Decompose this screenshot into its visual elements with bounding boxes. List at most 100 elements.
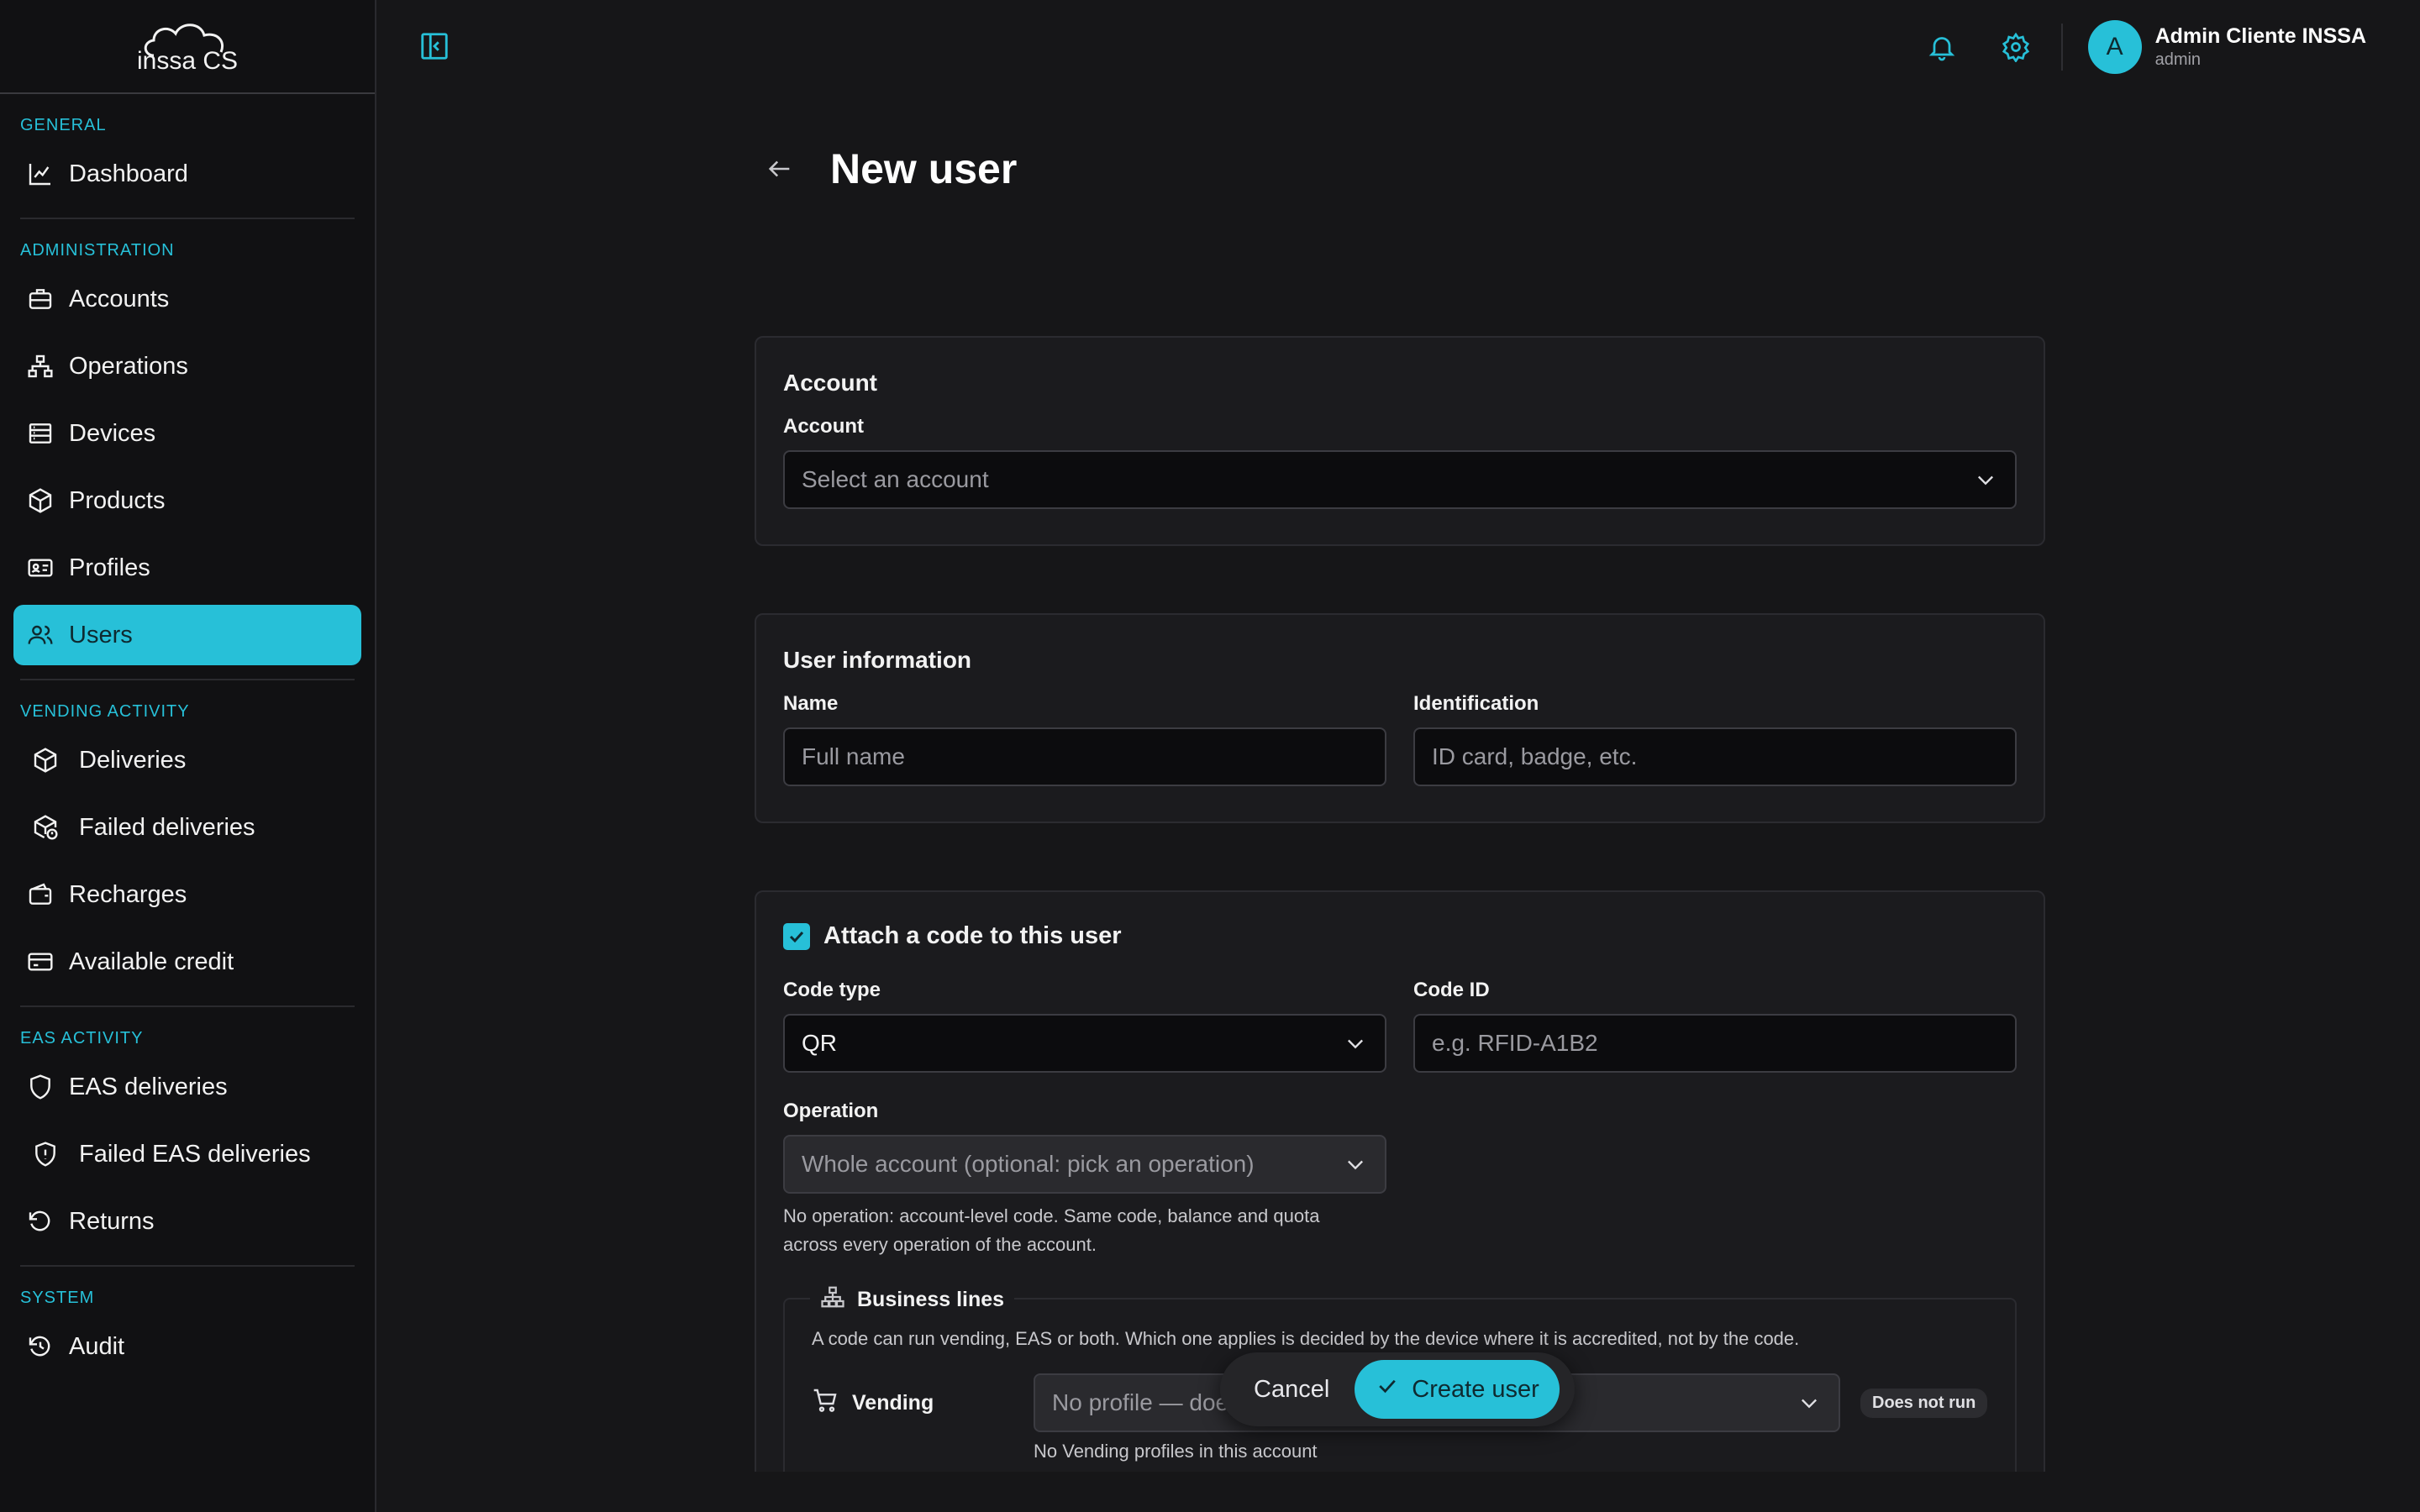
business-lines-title: Business lines — [857, 1288, 1005, 1311]
main-content: New user Account Account Select an accou… — [376, 94, 2420, 1472]
operation-help-text: No operation: account-level code. Same c… — [783, 1205, 1320, 1255]
name-input[interactable]: Full name — [783, 727, 1386, 786]
network-icon — [25, 351, 55, 381]
chevron-down-icon — [1343, 1152, 1368, 1177]
account-select[interactable]: Select an account — [783, 450, 2017, 509]
create-user-button[interactable]: Create user — [1355, 1360, 1560, 1419]
identification-input[interactable]: ID card, badge, etc. — [1413, 727, 2017, 786]
svg-text:inssa CS: inssa CS — [137, 47, 238, 75]
notifications-bell-icon[interactable] — [1925, 30, 1959, 64]
field-label: Operation — [783, 1100, 879, 1122]
sidebar-item-label: Users — [69, 621, 133, 648]
sidebar-item-devices[interactable]: Devices — [13, 403, 361, 464]
user-information-card: User information Name Full name Identifi… — [755, 613, 2045, 823]
wallet-icon — [25, 879, 55, 910]
sidebar-item-label: Deliveries — [79, 746, 187, 774]
attach-code-label: Attach a code to this user — [823, 922, 1122, 949]
section-label-administration: ADMINISTRATION — [20, 241, 175, 260]
sidebar-item-users[interactable]: Users — [13, 605, 361, 665]
status-badge: Does not run — [1860, 1388, 1988, 1418]
sidebar-item-products[interactable]: Products — [13, 470, 361, 531]
field-label: Identification — [1413, 692, 1539, 715]
code-type-select[interactable]: QR — [783, 1014, 1386, 1073]
briefcase-icon — [25, 284, 55, 314]
section-label-general: GENERAL — [20, 116, 107, 134]
sidebar-item-profiles[interactable]: Profiles — [13, 538, 361, 598]
card-title: User information — [783, 647, 972, 673]
shield-icon — [25, 1072, 55, 1102]
field-label: Account — [783, 415, 864, 438]
sidebar-item-label: Available credit — [69, 948, 234, 975]
operation-select[interactable]: Whole account (optional: pick an operati… — [783, 1135, 1386, 1194]
id-card-icon — [25, 553, 55, 583]
operation-select-placeholder: Whole account (optional: pick an operati… — [802, 1151, 1255, 1177]
settings-gear-icon[interactable] — [1999, 30, 2033, 64]
sidebar-toggle-icon[interactable] — [418, 30, 450, 62]
section-label-system: SYSTEM — [20, 1289, 95, 1307]
sidebar: inssa CS GENERAL Dashboard ADMINISTRATIO… — [0, 0, 376, 1512]
chart-line-icon — [25, 159, 55, 189]
sidebar-item-eas-deliveries[interactable]: EAS deliveries — [13, 1057, 361, 1117]
field-label: Name — [783, 692, 839, 715]
package-icon — [30, 745, 60, 775]
account-card: Account Account Select an account — [755, 336, 2045, 546]
user-role: admin — [2154, 50, 2202, 69]
user-name: Admin Cliente INSSA — [2154, 24, 2366, 48]
user-menu[interactable]: A Admin Cliente INSSA admin — [2087, 20, 2366, 74]
attach-code-checkbox[interactable] — [783, 922, 810, 950]
form-action-bar: Cancel Create user — [1220, 1352, 1575, 1426]
chevron-down-icon — [1343, 1031, 1368, 1056]
app-logo[interactable]: inssa CS — [0, 0, 375, 94]
users-icon — [25, 620, 55, 650]
sidebar-item-accounts[interactable]: Accounts — [13, 269, 361, 329]
shield-alert-icon — [30, 1139, 60, 1169]
sidebar-item-label: Recharges — [69, 880, 187, 908]
account-select-placeholder: Select an account — [802, 466, 989, 492]
sidebar-item-label: Products — [69, 486, 166, 514]
name-input-placeholder: Full name — [802, 743, 905, 769]
section-label-vending-activity: VENDING ACTIVITY — [20, 702, 190, 721]
rotate-ccw-icon — [25, 1206, 55, 1236]
sidebar-item-deliveries[interactable]: Deliveries — [13, 730, 361, 790]
vending-label: Vending — [852, 1390, 934, 1415]
sidebar-item-label: Profiles — [69, 554, 150, 581]
sidebar-item-label: Failed deliveries — [79, 813, 255, 841]
sitemap-icon — [820, 1284, 845, 1315]
sidebar-item-operations[interactable]: Operations — [13, 336, 361, 396]
field-label: Code ID — [1413, 979, 1490, 1001]
sidebar-item-failed-deliveries[interactable]: Failed deliveries — [13, 797, 361, 858]
back-arrow-icon[interactable] — [763, 152, 797, 186]
sidebar-item-label: EAS deliveries — [69, 1073, 228, 1100]
sidebar-item-failed-eas-deliveries[interactable]: Failed EAS deliveries — [13, 1124, 361, 1184]
code-type-value: QR — [802, 1030, 837, 1056]
identification-input-placeholder: ID card, badge, etc. — [1432, 743, 1638, 769]
sidebar-item-label: Failed EAS deliveries — [79, 1140, 311, 1168]
shopping-cart-icon — [812, 1387, 839, 1420]
sidebar-item-label: Accounts — [69, 285, 170, 312]
sidebar-item-audit[interactable]: Audit — [13, 1316, 361, 1377]
cancel-button[interactable]: Cancel — [1254, 1376, 1329, 1404]
sidebar-item-dashboard[interactable]: Dashboard — [13, 144, 361, 204]
sidebar-item-recharges[interactable]: Recharges — [13, 864, 361, 925]
sidebar-item-returns[interactable]: Returns — [13, 1191, 361, 1252]
box-icon — [25, 486, 55, 516]
code-id-placeholder: e.g. RFID-A1B2 — [1432, 1030, 1598, 1056]
package-alert-icon — [30, 812, 60, 843]
sidebar-item-label: Dashboard — [69, 160, 188, 187]
sidebar-nav: GENERAL Dashboard ADMINISTRATION Account… — [0, 94, 375, 1377]
card-title: Account — [783, 370, 877, 396]
create-user-label: Create user — [1412, 1375, 1539, 1403]
avatar: A — [2087, 20, 2142, 74]
history-icon — [25, 1331, 55, 1362]
section-label-eas-activity: EAS ACTIVITY — [20, 1029, 144, 1047]
chevron-down-icon — [1973, 467, 1998, 492]
code-id-input[interactable]: e.g. RFID-A1B2 — [1413, 1014, 2017, 1073]
field-label: Code type — [783, 979, 881, 1001]
business-lines-description: A code can run vending, EAS or both. Whi… — [812, 1328, 1800, 1349]
sidebar-item-available-credit[interactable]: Available credit — [13, 932, 361, 992]
check-icon — [789, 931, 804, 942]
chevron-down-icon — [1797, 1390, 1822, 1415]
sidebar-item-label: Operations — [69, 352, 188, 380]
sidebar-item-label: Devices — [69, 419, 156, 447]
vending-note: No Vending profiles in this account — [1034, 1441, 1318, 1462]
